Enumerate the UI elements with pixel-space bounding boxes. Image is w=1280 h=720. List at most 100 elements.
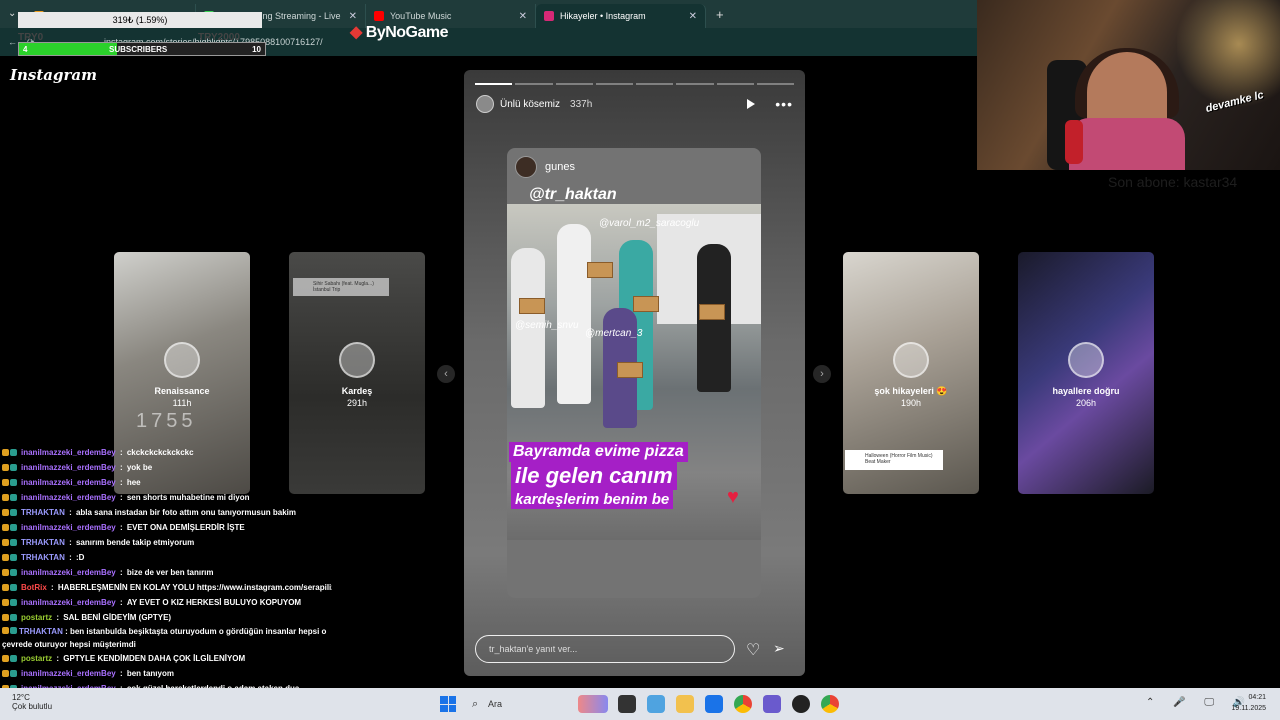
task-view-icon[interactable]	[618, 695, 636, 713]
shared-story-card[interactable]: @varol_m2_saracoglu @semih_snvu @mertcan…	[507, 148, 761, 598]
donation-min: TRY0	[18, 32, 44, 43]
start-button[interactable]	[440, 696, 456, 712]
clock[interactable]: 04:21 19.11.2025	[1226, 692, 1266, 714]
chat-separator: :	[54, 654, 62, 663]
author-avatar[interactable]	[476, 95, 494, 113]
chat-text: bize de ver ben tanırım	[126, 568, 214, 577]
widget-icon[interactable]	[578, 695, 608, 713]
story-avatar	[164, 342, 200, 378]
caption-line: ile gelen canım	[511, 462, 677, 490]
tab-close-icon[interactable]: ✕	[519, 11, 527, 22]
chat-text: hee	[126, 478, 141, 487]
chat-text: ben tanıyom	[126, 669, 174, 678]
chat-message: inanilmazzeki_erdemBey : AY EVET O KIZ H…	[2, 595, 332, 610]
chat-username[interactable]: TRHAKTAN	[21, 535, 65, 550]
chat-username[interactable]: inanilmazzeki_erdemBey	[21, 445, 116, 460]
story-caption: Bayramda evime pizza ile gelen canım kar…	[507, 442, 761, 509]
progress-segment	[756, 83, 794, 85]
subscriber-goal: 10	[252, 45, 261, 54]
chat-badges	[2, 509, 17, 516]
chat-message: inanilmazzeki_erdemBey : yok be	[2, 460, 332, 475]
heart-emoji-icon: ♥	[727, 486, 739, 508]
chat-separator: :	[66, 553, 74, 562]
clock-time: 04:21	[1248, 694, 1266, 701]
chat-username[interactable]: inanilmazzeki_erdemBey	[21, 475, 116, 490]
sponsor-logo-mark: ◆	[350, 24, 362, 41]
weather-widget[interactable]: 12°C Çok bulutlu	[12, 693, 52, 711]
story-name: Kardeş	[341, 386, 373, 396]
chat-separator: :	[117, 523, 125, 532]
progress-segment	[676, 83, 714, 85]
next-story-button[interactable]: ›	[813, 365, 831, 383]
chat-username[interactable]: inanilmazzeki_erdemBey	[21, 565, 116, 580]
chrome-icon[interactable]	[734, 695, 752, 713]
side-story-hayallere[interactable]: hayallere doğru 206h	[1018, 252, 1154, 494]
story-age: 291h	[346, 398, 368, 408]
caption-line: kardeşlerim benim be	[511, 490, 674, 509]
chat-separator: :	[54, 613, 62, 622]
tab-close-icon[interactable]: ✕	[349, 11, 357, 22]
back-icon[interactable]: ←	[8, 37, 17, 47]
pizza-box	[587, 262, 613, 278]
chat-text: SAL BENİ GİDEYİM (GPTYE)	[63, 613, 172, 622]
chat-separator: :	[117, 598, 125, 607]
like-heart-icon[interactable]: ♡	[746, 640, 760, 660]
story-progress	[475, 83, 794, 85]
mention-tag[interactable]: @semih_snvu	[515, 320, 579, 331]
story-overlay-number: 1755	[136, 410, 197, 432]
store-icon[interactable]	[705, 695, 723, 713]
pizza-box	[699, 304, 725, 320]
chat-username[interactable]: inanilmazzeki_erdemBey	[21, 595, 116, 610]
play-icon[interactable]	[747, 99, 756, 109]
chat-username[interactable]: postartz	[21, 610, 52, 625]
chat-badges	[2, 524, 17, 531]
reply-input[interactable]: tr_haktan'e yanıt ver...	[475, 635, 735, 663]
user-avatar	[515, 156, 537, 178]
progress-segment	[555, 83, 593, 85]
chat-message: inanilmazzeki_erdemBey : EVET ONA DEMİŞL…	[2, 520, 332, 535]
chat-username[interactable]: inanilmazzeki_erdemBey	[21, 666, 116, 681]
chat-badges	[2, 614, 17, 621]
chat-message: inanilmazzeki_erdemBey : bize de ver ben…	[2, 565, 332, 580]
chat-separator: :	[117, 448, 125, 457]
instagram-logo[interactable]: Instagram	[10, 66, 97, 84]
mention-tag[interactable]: @varol_m2_saracoglu	[599, 218, 699, 229]
app-icon[interactable]	[763, 695, 781, 713]
chat-username[interactable]: inanilmazzeki_erdemBey	[21, 520, 116, 535]
new-tab-button[interactable]: +	[706, 7, 734, 22]
more-options-icon[interactable]: •••	[775, 96, 793, 112]
chat-username[interactable]: inanilmazzeki_erdemBey	[21, 490, 116, 505]
shared-user-name: gunes	[545, 161, 575, 173]
chat-message: postartz : GPTYLE KENDİMDEN DAHA ÇOK İLG…	[2, 651, 332, 666]
chat-username[interactable]: inanilmazzeki_erdemBey	[21, 460, 116, 475]
chat-badges	[2, 479, 17, 486]
progress-segment	[595, 83, 633, 85]
story-name: hayallere doğru	[1052, 386, 1120, 396]
chat-username[interactable]: BotRix	[21, 580, 47, 595]
file-explorer-icon[interactable]	[676, 695, 694, 713]
mention-tag[interactable]: @mertcan_3	[585, 328, 642, 339]
copilot-icon[interactable]	[647, 695, 665, 713]
music-sticker: Halloween (Horror Film Music) Beat Maker	[845, 450, 943, 470]
chat-username[interactable]: TRHAKTAN	[21, 505, 65, 520]
prev-story-button[interactable]: ‹	[437, 365, 455, 383]
send-icon[interactable]: ➢	[773, 640, 785, 657]
chat-text: sanırım bende takip etmiyorum	[75, 538, 195, 547]
story-age: 190h	[900, 398, 922, 408]
chat-badges	[2, 569, 17, 576]
chat-separator: :	[117, 493, 125, 502]
shared-story-user[interactable]: gunes	[515, 156, 575, 178]
chat-username[interactable]: postartz	[21, 651, 52, 666]
chat-username[interactable]: TRHAKTAN	[19, 627, 63, 636]
story-viewer[interactable]: Ünlü kösemiz 337h ••• @varol_m2_saracogl…	[464, 70, 805, 676]
chat-username[interactable]: TRHAKTAN	[21, 550, 65, 565]
streamer-shirt	[1069, 118, 1185, 170]
chrome-active-icon[interactable]	[821, 695, 839, 713]
obs-icon[interactable]	[792, 695, 810, 713]
subscriber-count: 4	[23, 45, 28, 54]
story-author[interactable]: Ünlü kösemiz	[500, 99, 560, 110]
tab-close-icon[interactable]: ✕	[689, 11, 697, 22]
main-mention-tag[interactable]: @tr_haktan	[529, 186, 617, 204]
browser-tab[interactable]: Hikayeler • Instagram ✕	[536, 4, 706, 28]
side-story-sok[interactable]: şok hikayeleri 😍 190h Halloween (Horror …	[843, 252, 979, 494]
